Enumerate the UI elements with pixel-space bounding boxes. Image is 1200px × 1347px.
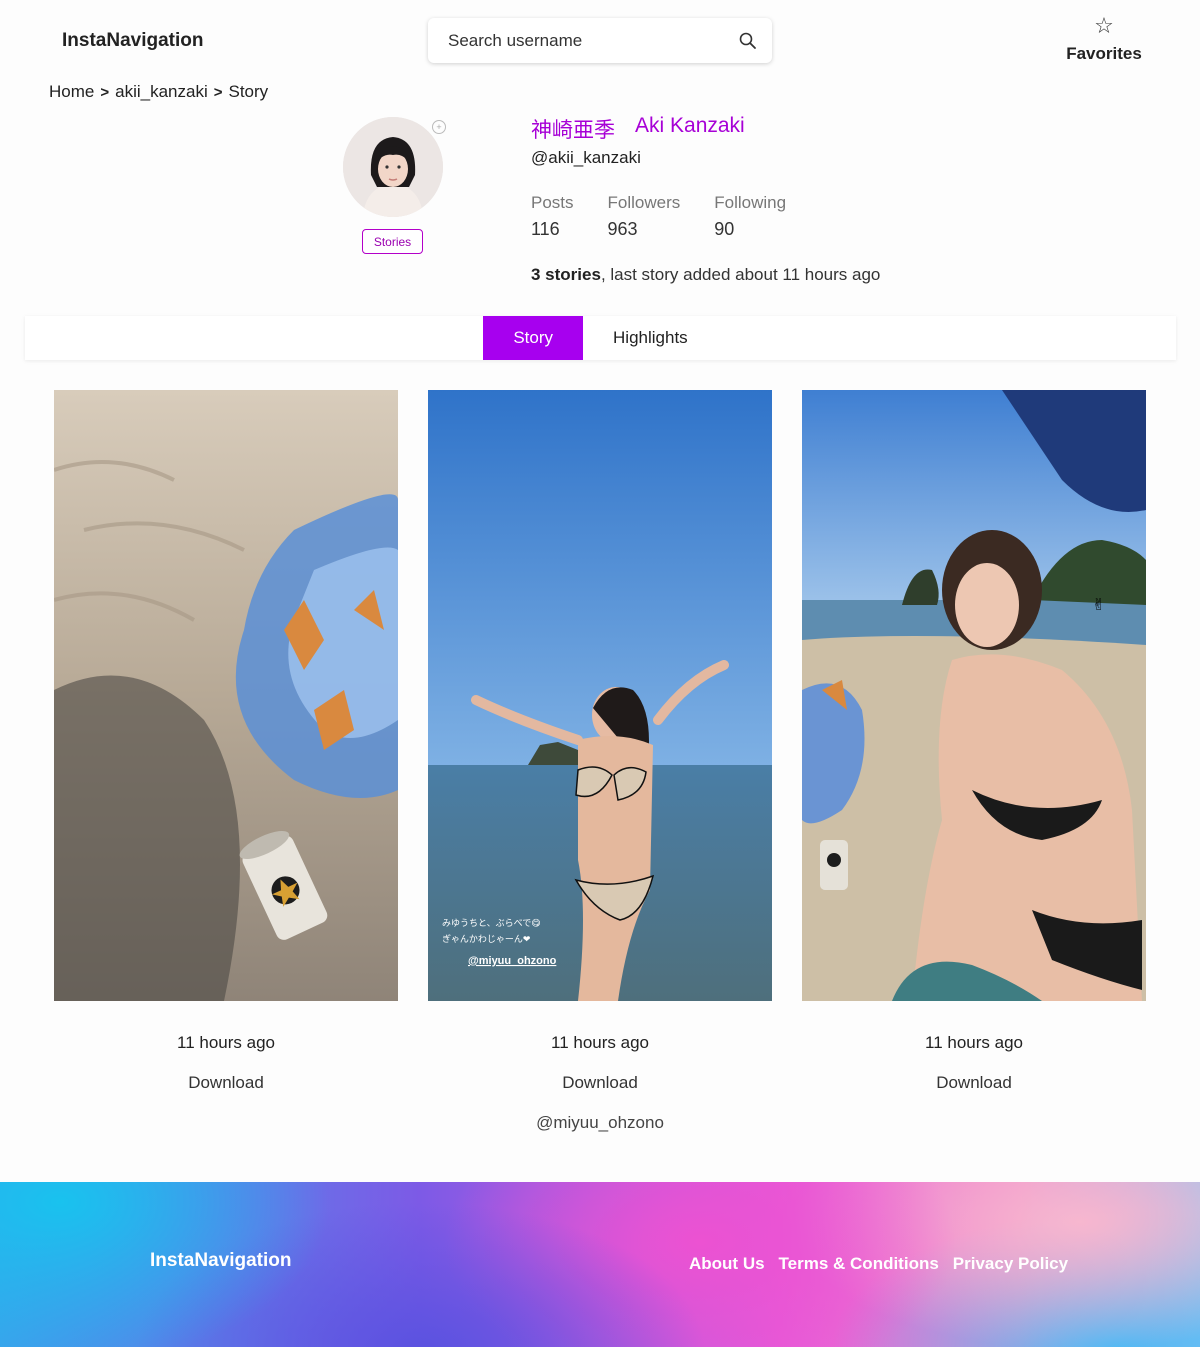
stat-value: 90 — [714, 219, 735, 239]
tab-story[interactable]: Story — [483, 316, 584, 360]
mention-link[interactable]: @miyuu_ohzono — [428, 1113, 772, 1133]
story-time: 11 hours ago — [551, 1033, 649, 1052]
search-icon[interactable] — [738, 31, 758, 51]
stat-following: Following 90 — [714, 193, 786, 240]
profile-name-jp: 神崎亜季 — [531, 119, 615, 142]
download-link[interactable]: Download — [54, 1073, 398, 1093]
stories-last-added: , last story added about 11 hours ago — [600, 265, 881, 284]
stat-value: 963 — [607, 219, 638, 239]
tab-highlights[interactable]: Highlights — [583, 316, 718, 360]
star-icon: ☆ — [1094, 13, 1114, 38]
breadcrumb-profile[interactable]: akii_kanzaki — [115, 82, 208, 102]
avatar[interactable] — [343, 117, 443, 217]
stat-posts: Posts 116 — [531, 193, 574, 240]
footer-link-about[interactable]: About Us — [689, 1254, 765, 1274]
stories-summary: 3 stories, last story added about 11 hou… — [531, 265, 880, 285]
footer-links: About Us Terms & Conditions Privacy Poli… — [689, 1254, 1068, 1274]
story-overlay-line2: ぎゃんかわじゃーん❤ — [442, 933, 531, 945]
stat-value: 116 — [531, 219, 560, 239]
footer-link-privacy[interactable]: Privacy Policy — [953, 1254, 1068, 1274]
peace-icon: ✌ — [1092, 597, 1105, 614]
story-time: 11 hours ago — [925, 1033, 1023, 1052]
download-link[interactable]: Download — [428, 1073, 772, 1093]
search-box[interactable] — [428, 18, 772, 63]
story-card: ✌ 11 hours ago Download — [802, 390, 1146, 1093]
footer-link-terms[interactable]: Terms & Conditions — [779, 1254, 939, 1274]
download-link[interactable]: Download — [802, 1073, 1146, 1093]
story-overlay-tag: @miyuu_ohzono — [468, 955, 557, 967]
profile-names: 神崎亜季 Aki Kanzaki — [531, 114, 745, 144]
stories-button[interactable]: Stories — [362, 229, 423, 254]
profile-stats: Posts 116 Followers 963 Following 90 — [531, 193, 786, 240]
favorites-label: Favorites — [1066, 44, 1142, 63]
stories-count: 3 stories — [531, 265, 601, 284]
stat-label: Followers — [607, 193, 681, 212]
footer-brand[interactable]: InstaNavigation — [150, 1250, 291, 1272]
search-input[interactable] — [448, 30, 738, 51]
site-logo[interactable]: InstaNavigation — [62, 30, 203, 52]
story-image[interactable] — [54, 390, 398, 1001]
story-image[interactable]: ✌ — [802, 390, 1146, 1001]
story-overlay-line1: みゆうちと、ぶらべで😋 — [442, 918, 541, 929]
breadcrumb: Home > akii_kanzaki > Story — [49, 82, 268, 102]
footer: InstaNavigation About Us Terms & Conditi… — [0, 1182, 1200, 1347]
profile-handle: @akii_kanzaki — [531, 148, 641, 167]
favorites-button[interactable]: ☆ Favorites — [1064, 14, 1144, 64]
chevron-right-icon: > — [100, 83, 110, 101]
story-time: 11 hours ago — [177, 1033, 275, 1052]
story-card: みゆうちと、ぶらべで😋 ぎゃんかわじゃーん❤ @miyuu_ohzono 11 … — [428, 390, 772, 1133]
stat-label: Posts — [531, 193, 574, 212]
breadcrumb-home[interactable]: Home — [49, 82, 94, 102]
chevron-right-icon: > — [213, 83, 223, 101]
story-image[interactable]: みゆうちと、ぶらべで😋 ぎゃんかわじゃーん❤ @miyuu_ohzono — [428, 390, 772, 1001]
story-card: 11 hours ago Download — [54, 390, 398, 1093]
verified-icon: + — [432, 120, 446, 134]
breadcrumb-current: Story — [228, 82, 269, 101]
stat-label: Following — [714, 193, 787, 212]
stat-followers: Followers 963 — [608, 193, 681, 240]
profile-name-en: Aki Kanzaki — [635, 114, 745, 137]
tabs-bar: Story Highlights — [25, 316, 1176, 360]
